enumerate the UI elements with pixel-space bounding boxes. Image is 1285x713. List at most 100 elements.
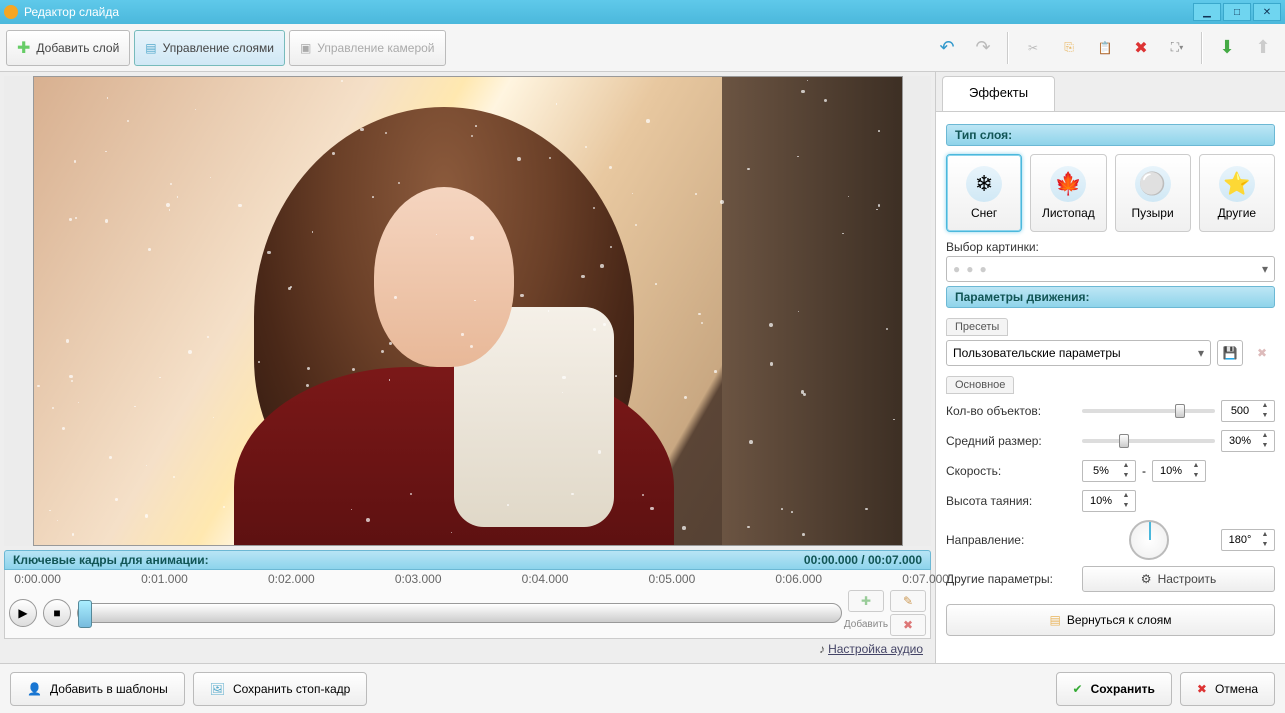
size-spinbox[interactable]: ▲▼ bbox=[1221, 430, 1275, 452]
layer-type-Листопад[interactable]: 🍁Листопад bbox=[1030, 154, 1106, 232]
close-button[interactable]: ✕ bbox=[1253, 3, 1281, 21]
layer-type-Пузыри[interactable]: ⚪Пузыри bbox=[1115, 154, 1191, 232]
direction-label: Направление: bbox=[946, 533, 1076, 547]
other-params-label: Другие параметры: bbox=[946, 572, 1076, 586]
count-slider[interactable] bbox=[1082, 409, 1215, 413]
paste-button[interactable]: 📋 bbox=[1089, 32, 1121, 64]
spin-down[interactable]: ▼ bbox=[1258, 540, 1272, 550]
spin-down[interactable]: ▼ bbox=[1258, 411, 1272, 421]
camera-control-button: ▣ Управление камерой bbox=[289, 30, 446, 66]
melt-spinbox[interactable]: ▲▼ bbox=[1082, 490, 1136, 512]
preset-dropdown[interactable]: Пользовательские параметры ▾ bbox=[946, 340, 1211, 366]
timeline-ruler[interactable]: 0:00.0000:01.0000:02.0000:03.0000:04.000… bbox=[4, 570, 931, 587]
tree-shape bbox=[722, 77, 902, 545]
ruler-tick: 0:01.000 bbox=[141, 572, 188, 586]
copy-button[interactable]: ⎘ bbox=[1053, 32, 1085, 64]
footer: 👤 Добавить в шаблоны 🖼 Сохранить стоп-ка… bbox=[0, 663, 1285, 713]
save-preset-button[interactable]: 💾 bbox=[1217, 340, 1243, 366]
speed-label: Скорость: bbox=[946, 464, 1076, 478]
delete-keyframe-button[interactable]: ✖ bbox=[890, 614, 926, 636]
cut-button[interactable]: ✂ bbox=[1017, 32, 1049, 64]
preview-canvas[interactable] bbox=[33, 76, 903, 546]
image-icon: 🖼 bbox=[210, 682, 225, 696]
speed-max-spinbox[interactable]: ▲▼ bbox=[1152, 460, 1206, 482]
size-input[interactable] bbox=[1222, 435, 1258, 447]
plus-small-icon: ✚ bbox=[861, 594, 871, 608]
add-keyframe-label: Добавить bbox=[848, 614, 884, 636]
delete-preset-button[interactable]: ✖ bbox=[1249, 340, 1275, 366]
speed-min-spinbox[interactable]: ▲▼ bbox=[1082, 460, 1136, 482]
arrow-up-icon: ⬆ bbox=[1255, 37, 1270, 58]
audio-settings-link[interactable]: Настройка аудио bbox=[828, 642, 923, 656]
spin-up[interactable]: ▲ bbox=[1189, 461, 1203, 471]
play-button[interactable]: ▶ bbox=[9, 599, 37, 627]
user-plus-icon: 👤 bbox=[27, 682, 42, 696]
redo-button[interactable]: ↷ bbox=[967, 32, 999, 64]
save-button[interactable]: ✔ Сохранить bbox=[1056, 672, 1172, 706]
save-icon: 💾 bbox=[1223, 346, 1238, 360]
spin-up[interactable]: ▲ bbox=[1119, 491, 1133, 501]
canvas-area bbox=[4, 76, 931, 546]
tab-effects[interactable]: Эффекты bbox=[942, 76, 1055, 111]
stop-button[interactable]: ■ bbox=[43, 599, 71, 627]
melt-input[interactable] bbox=[1083, 495, 1119, 507]
move-up-button[interactable]: ⬆ bbox=[1247, 32, 1279, 64]
timeline-handle[interactable] bbox=[78, 600, 92, 628]
section-motion: Параметры движения: bbox=[946, 286, 1275, 308]
count-input[interactable] bbox=[1222, 405, 1258, 417]
type-label: Снег bbox=[971, 206, 997, 220]
direction-input[interactable] bbox=[1222, 534, 1258, 546]
add-to-templates-button[interactable]: 👤 Добавить в шаблоны bbox=[10, 672, 185, 706]
move-down-button[interactable]: ⬇ bbox=[1211, 32, 1243, 64]
dots-icon: ●●● bbox=[953, 262, 993, 276]
main-toolbar: ✚ Добавить слой ▤ Управление слоями ▣ Уп… bbox=[0, 24, 1285, 72]
size-label: Средний размер: bbox=[946, 434, 1076, 448]
spin-down[interactable]: ▼ bbox=[1119, 501, 1133, 511]
minimize-button[interactable]: ▁ bbox=[1193, 3, 1221, 21]
delete-icon: ✖ bbox=[1134, 38, 1147, 58]
timeline-header: Ключевые кадры для анимации: 00:00.000 /… bbox=[4, 550, 931, 570]
save-stopframe-button[interactable]: 🖼 Сохранить стоп-кадр bbox=[193, 672, 368, 706]
layer-type-Другие[interactable]: ⭐Другие bbox=[1199, 154, 1275, 232]
cancel-label: Отмена bbox=[1215, 682, 1258, 696]
speed-min-input[interactable] bbox=[1083, 465, 1119, 477]
back-to-layers-button[interactable]: ▤ Вернуться к слоям bbox=[946, 604, 1275, 636]
fit-button[interactable]: ⛶▾ bbox=[1161, 32, 1193, 64]
spin-up[interactable]: ▲ bbox=[1258, 530, 1272, 540]
direction-spinbox[interactable]: ▲▼ bbox=[1221, 529, 1275, 551]
ruler-tick: 0:02.000 bbox=[268, 572, 315, 586]
picture-select-dropdown[interactable]: ●●● ▾ bbox=[946, 256, 1275, 282]
count-spinbox[interactable]: ▲▼ bbox=[1221, 400, 1275, 422]
undo-button[interactable]: ↶ bbox=[931, 32, 963, 64]
configure-button[interactable]: ⚙ Настроить bbox=[1082, 566, 1275, 592]
ruler-tick: 0:05.000 bbox=[649, 572, 696, 586]
ruler-tick: 0:04.000 bbox=[522, 572, 569, 586]
spin-up[interactable]: ▲ bbox=[1258, 431, 1272, 441]
speed-max-input[interactable] bbox=[1153, 465, 1189, 477]
direction-dial[interactable] bbox=[1129, 520, 1169, 560]
timeline-track[interactable] bbox=[77, 603, 842, 623]
spin-up[interactable]: ▲ bbox=[1119, 461, 1133, 471]
cancel-icon: ✖ bbox=[1197, 682, 1207, 696]
timeline-time: 00:00.000 / 00:07.000 bbox=[804, 553, 922, 567]
add-keyframe-button[interactable]: ✚ bbox=[848, 590, 884, 612]
save-frame-label: Сохранить стоп-кадр bbox=[233, 682, 350, 696]
manage-layers-button[interactable]: ▤ Управление слоями bbox=[134, 30, 285, 66]
delete-button[interactable]: ✖ bbox=[1125, 32, 1157, 64]
edit-keyframe-button[interactable]: ✎ bbox=[890, 590, 926, 612]
camera-control-label: Управление камерой bbox=[317, 41, 434, 55]
layer-type-Снег[interactable]: ❄Снег bbox=[946, 154, 1022, 232]
effects-panel: Тип слоя: ❄Снег🍁Листопад⚪Пузыри⭐Другие В… bbox=[936, 112, 1285, 663]
spin-down[interactable]: ▼ bbox=[1119, 471, 1133, 481]
presets-group-label: Пресеты bbox=[946, 318, 1008, 336]
paste-icon: 📋 bbox=[1098, 41, 1113, 55]
spin-down[interactable]: ▼ bbox=[1258, 441, 1272, 451]
undo-icon: ↶ bbox=[939, 37, 954, 58]
add-layer-button[interactable]: ✚ Добавить слой bbox=[6, 30, 130, 66]
cancel-button[interactable]: ✖ Отмена bbox=[1180, 672, 1275, 706]
size-slider[interactable] bbox=[1082, 439, 1215, 443]
manage-layers-label: Управление слоями bbox=[163, 41, 274, 55]
spin-up[interactable]: ▲ bbox=[1258, 401, 1272, 411]
spin-down[interactable]: ▼ bbox=[1189, 471, 1203, 481]
maximize-button[interactable]: □ bbox=[1223, 3, 1251, 21]
